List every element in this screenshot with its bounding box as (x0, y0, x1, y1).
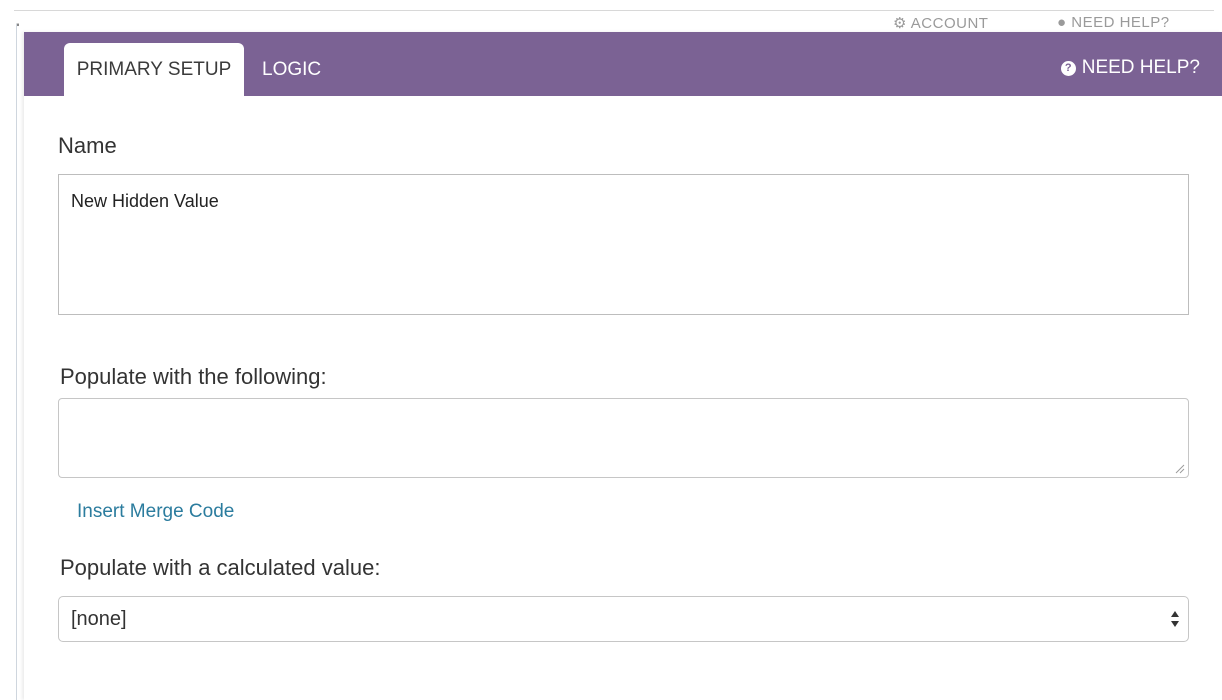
calculated-value-select[interactable]: [none] (58, 596, 1189, 642)
gear-icon: ⚙ (893, 15, 907, 32)
hidden-value-modal: PRIMARY SETUP LOGIC ? NEED HELP? Name Ne… (24, 32, 1222, 700)
insert-merge-code-link[interactable]: Insert Merge Code (77, 501, 234, 523)
select-arrows-icon (1171, 611, 1179, 627)
populate-label: Populate with the following: (60, 364, 327, 389)
background-divider (16, 24, 17, 700)
tab-logic[interactable]: LOGIC (262, 43, 321, 96)
background-account-label: ACCOUNT (910, 15, 989, 32)
modal-header: PRIMARY SETUP LOGIC ? NEED HELP? (24, 32, 1222, 96)
populate-textarea[interactable] (58, 398, 1189, 478)
screen: ▪ ⚙ ACCOUNT ● NEED HELP? PRIMARY SETUP L… (0, 0, 1222, 700)
tab-primary-setup[interactable]: PRIMARY SETUP (64, 43, 244, 96)
select-selected-value: [none] (71, 608, 127, 630)
background-need-help-label: NEED HELP? (1071, 14, 1170, 31)
calculated-value-label: Populate with a calculated value: (60, 555, 381, 580)
name-field[interactable]: New Hidden Value (58, 174, 1189, 315)
need-help-label: NEED HELP? (1081, 57, 1200, 78)
name-label: Name (58, 133, 117, 158)
background-account-link: ⚙ ACCOUNT (893, 14, 988, 32)
need-help-link[interactable]: ? NEED HELP? (1060, 57, 1200, 79)
resize-grip-icon[interactable] (1175, 464, 1185, 474)
question-circle-icon: ? (1060, 60, 1076, 76)
chat-bubble-icon: ● (1057, 14, 1067, 31)
background-need-help-link: ● NEED HELP? (1057, 14, 1170, 31)
